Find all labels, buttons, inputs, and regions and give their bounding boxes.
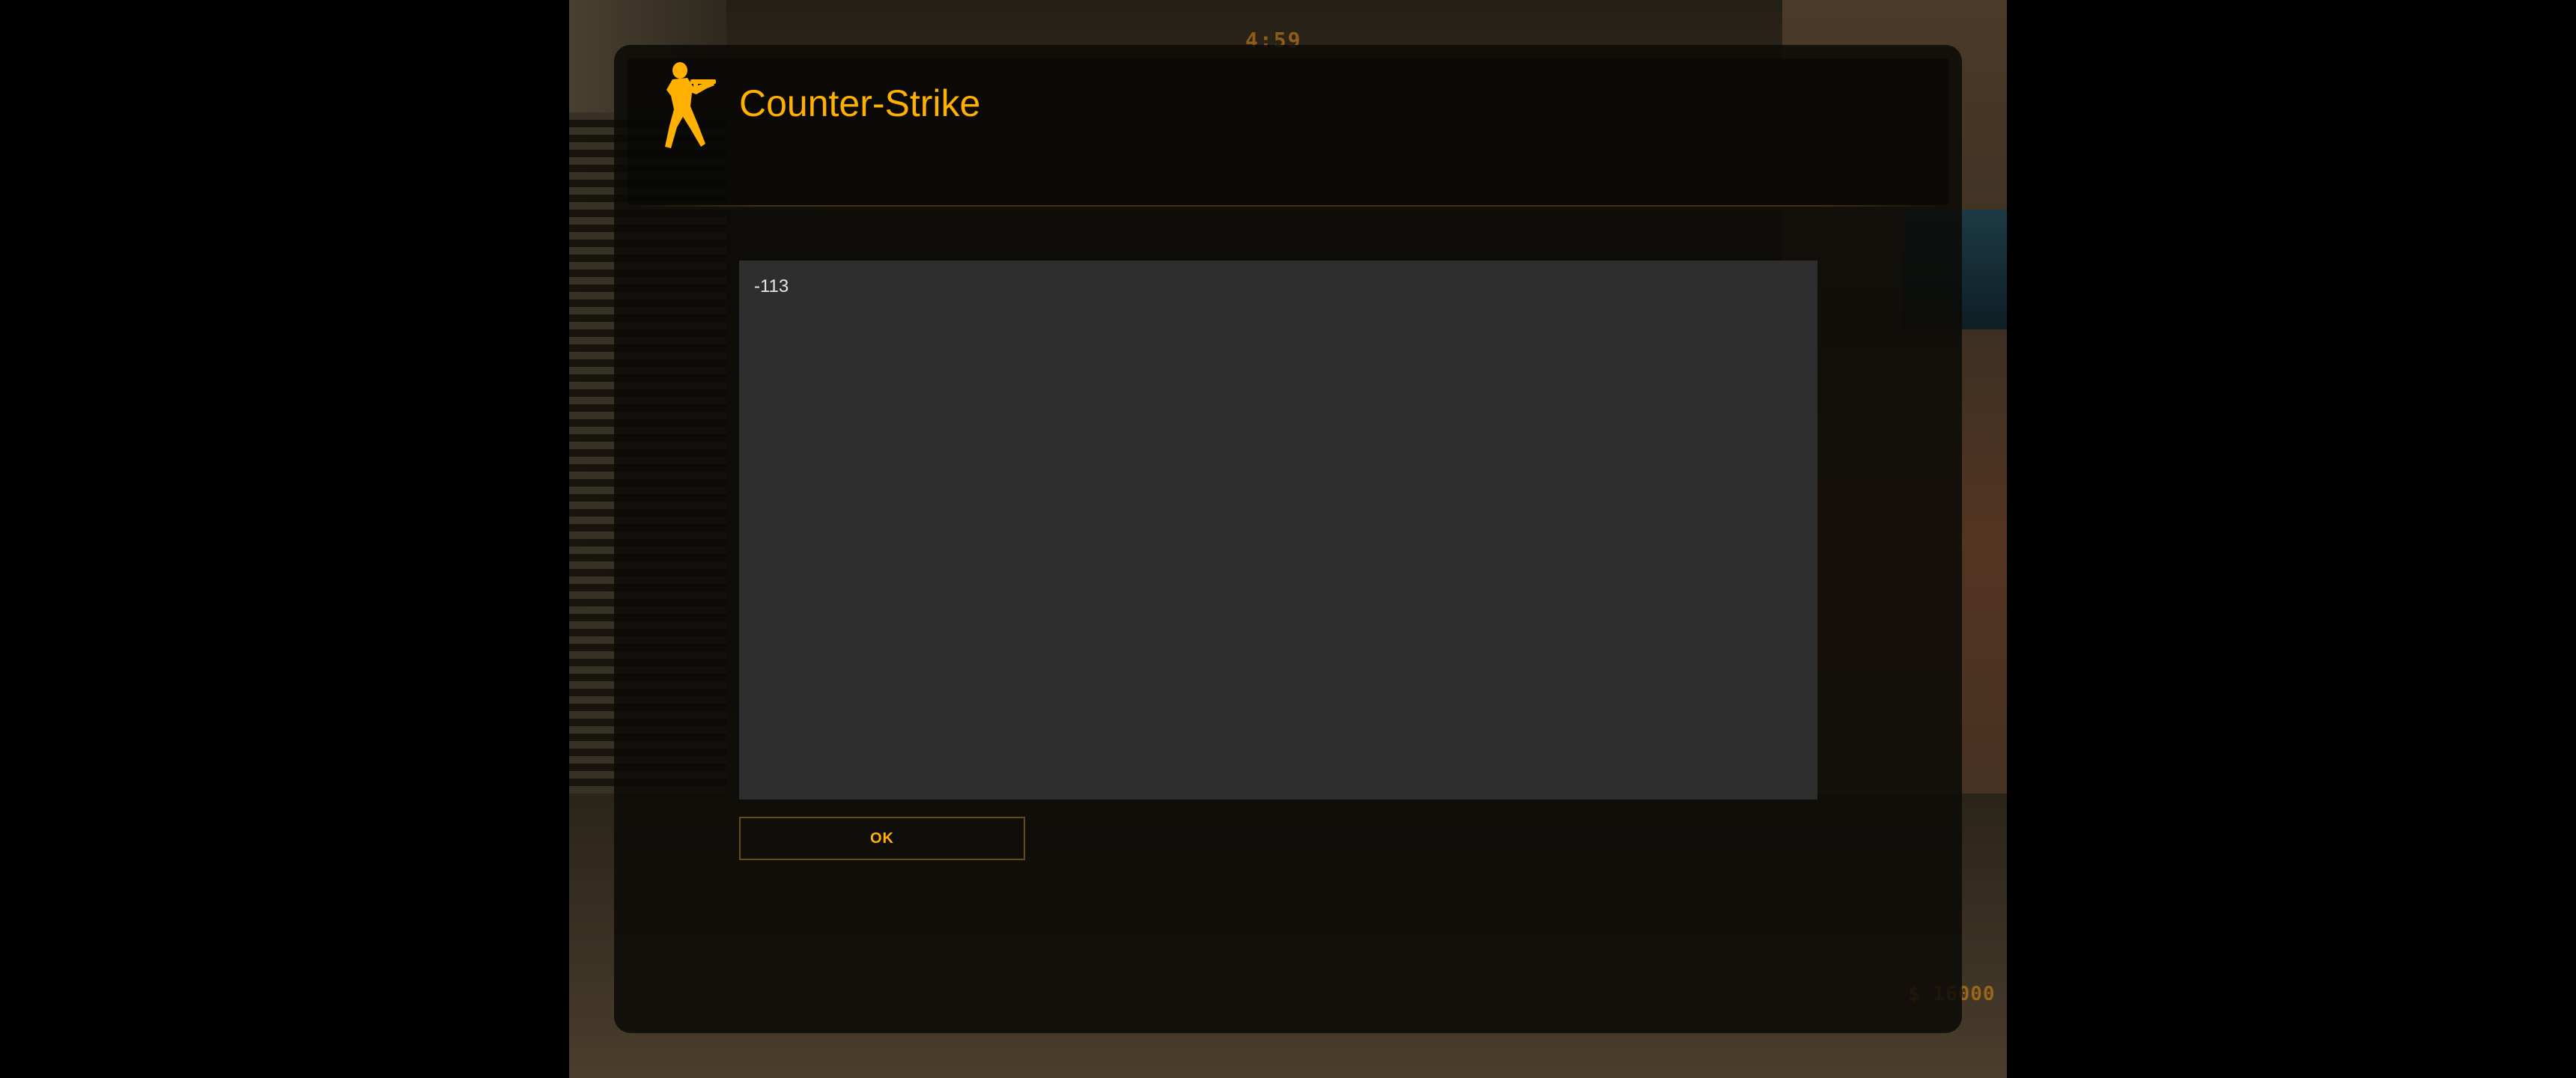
message-box: -113 [739,261,1817,800]
dialog-title: Counter-Strike [739,82,981,124]
counter-strike-logo-icon [665,62,716,148]
letterbox-right [2007,0,2576,1078]
ok-button[interactable]: OK [739,817,1025,860]
message-dialog: Counter-Strike -113 OK [614,45,1962,1033]
dialog-header-divider [628,205,1948,207]
letterbox-left [0,0,569,1078]
message-text: -113 [754,276,789,296]
